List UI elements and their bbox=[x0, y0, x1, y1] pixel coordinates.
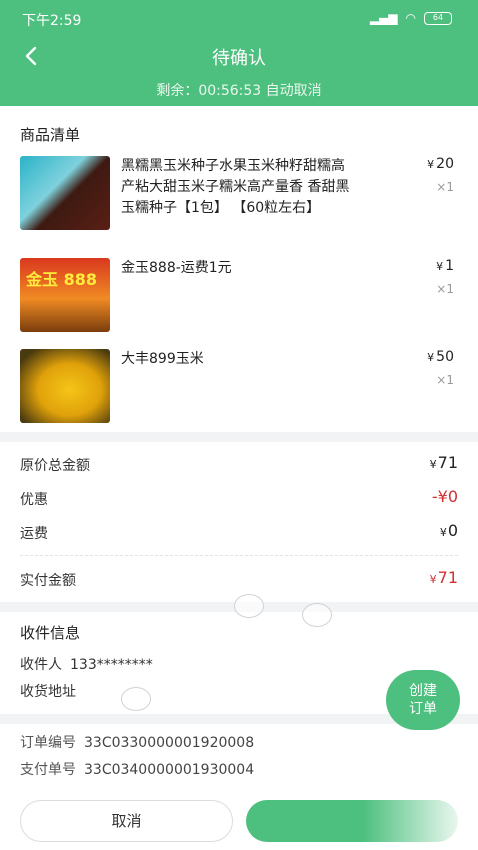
product-quantity: ×1 bbox=[436, 373, 454, 387]
countdown-text: 剩余：00:56:53 自动取消 bbox=[156, 83, 322, 99]
goods-item[interactable]: 黑糯黑玉米种子水果玉米种籽甜糯高产粘大甜玉米子糯米高产量香 香甜黑玉糯种子【1包… bbox=[0, 156, 478, 256]
goods-section-title: 商品清单 bbox=[20, 126, 81, 144]
status-bar: 下午2:59 ▂▄▆ ◠ 64 bbox=[0, 0, 478, 36]
original-price-value: ¥71 bbox=[430, 453, 458, 472]
create-order-label-line1: 创建 bbox=[409, 683, 437, 699]
paid-amount: 71 bbox=[437, 568, 458, 587]
order-number-value: 33C0330000001920008 bbox=[84, 735, 255, 751]
create-order-label-line2: 订单 bbox=[409, 701, 437, 717]
currency-symbol: ¥ bbox=[436, 260, 444, 273]
touch-indicator bbox=[302, 603, 332, 627]
paid-amount-row: 实付金额 ¥71 bbox=[0, 568, 478, 594]
product-image bbox=[20, 349, 110, 423]
shipping-row: 运费 ¥0 bbox=[0, 521, 478, 547]
product-quantity: ×1 bbox=[436, 180, 454, 194]
product-name: 金玉888-运费1元 bbox=[121, 260, 232, 276]
currency-symbol: ¥ bbox=[427, 158, 435, 171]
receiver-address-row[interactable]: 收货地址 bbox=[20, 681, 76, 701]
discount-row: 优惠 -¥0 bbox=[0, 487, 478, 513]
paid-amount-value: ¥71 bbox=[430, 568, 458, 587]
create-order-button[interactable]: 创建 订单 bbox=[386, 670, 460, 730]
receiver-name-row: 收件人 133******** bbox=[20, 654, 153, 674]
header: 下午2:59 ▂▄▆ ◠ 64 待确认 剩余：00:56:53 自动取消 bbox=[0, 0, 478, 106]
order-info-section: 订单编号 33C0330000001920008 支付单号 33C034000000… bbox=[0, 724, 478, 790]
product-name: 黑糯黑玉米种子水果玉米种籽甜糯高产粘大甜玉米子糯米高产量香 香甜黑玉糯种子【1包… bbox=[121, 158, 350, 216]
page-title: 待确认 bbox=[212, 48, 266, 69]
price-value: 1 bbox=[445, 258, 454, 274]
product-image bbox=[20, 156, 110, 230]
original-price-label: 原价总金额 bbox=[20, 458, 90, 474]
dashed-divider bbox=[20, 555, 458, 556]
discount-value: -¥0 bbox=[431, 487, 458, 506]
currency-symbol: ¥ bbox=[429, 573, 437, 586]
section-divider bbox=[0, 432, 478, 442]
goods-item[interactable]: 金玉 888 金玉888-运费1元 ¥1 ×1 bbox=[0, 258, 478, 338]
status-time: 下午2:59 bbox=[22, 13, 82, 29]
payment-number-row: 支付单号 33C0340000001930004 bbox=[20, 759, 254, 779]
original-price-row: 原价总金额 ¥71 bbox=[0, 453, 478, 479]
original-amount: 71 bbox=[437, 453, 458, 472]
product-price: ¥20 bbox=[427, 156, 454, 172]
signal-icon: ▂▄▆ bbox=[369, 11, 398, 25]
goods-item[interactable]: 大丰899玉米 ¥50 ×1 bbox=[0, 349, 478, 429]
order-number-row: 订单编号 33C0330000001920008 bbox=[20, 732, 254, 752]
product-image-text: 金玉 888 bbox=[26, 270, 97, 289]
cancel-button[interactable]: 取消 bbox=[20, 800, 233, 842]
order-number-label: 订单编号 bbox=[20, 735, 76, 751]
product-price: ¥1 bbox=[436, 258, 454, 274]
touch-indicator bbox=[234, 594, 264, 618]
status-icons: ▂▄▆ ◠ 64 bbox=[370, 11, 452, 25]
price-value: 50 bbox=[436, 349, 454, 365]
receiver-name-label: 收件人 bbox=[20, 657, 62, 673]
payment-number-label: 支付单号 bbox=[20, 762, 76, 778]
payment-number-value: 33C0340000001930004 bbox=[84, 762, 255, 778]
product-name: 大丰899玉米 bbox=[121, 351, 204, 367]
goods-section: 商品清单 黑糯黑玉米种子水果玉米种籽甜糯高产粘大甜玉米子糯米高产量香 香甜黑玉糯… bbox=[0, 106, 478, 432]
currency-symbol: ¥ bbox=[427, 351, 435, 364]
shipping-amount: 0 bbox=[447, 521, 458, 540]
shipping-label: 运费 bbox=[20, 526, 48, 542]
receiver-section-title: 收件信息 bbox=[20, 624, 81, 642]
currency-symbol: ¥ bbox=[429, 458, 437, 471]
bottom-action-bar: 取消 bbox=[0, 790, 478, 850]
battery-icon: 64 bbox=[424, 11, 452, 25]
product-quantity: ×1 bbox=[436, 282, 454, 296]
currency-symbol: ¥ bbox=[439, 526, 447, 539]
receiver-name-value: 133******** bbox=[70, 657, 153, 673]
product-image: 金玉 888 bbox=[20, 258, 110, 332]
wifi-icon: ◠ bbox=[405, 11, 416, 25]
paid-amount-label: 实付金额 bbox=[20, 573, 76, 589]
product-price: ¥50 bbox=[427, 349, 454, 365]
amount-section: 原价总金额 ¥71 优惠 -¥0 运费 ¥0 实付金额 ¥71 bbox=[0, 442, 478, 602]
confirm-button[interactable] bbox=[246, 800, 458, 842]
price-value: 20 bbox=[436, 156, 454, 172]
receiver-address-label: 收货地址 bbox=[20, 684, 76, 700]
shipping-value: ¥0 bbox=[440, 521, 458, 540]
touch-indicator bbox=[121, 687, 151, 711]
discount-label: 优惠 bbox=[20, 492, 48, 508]
